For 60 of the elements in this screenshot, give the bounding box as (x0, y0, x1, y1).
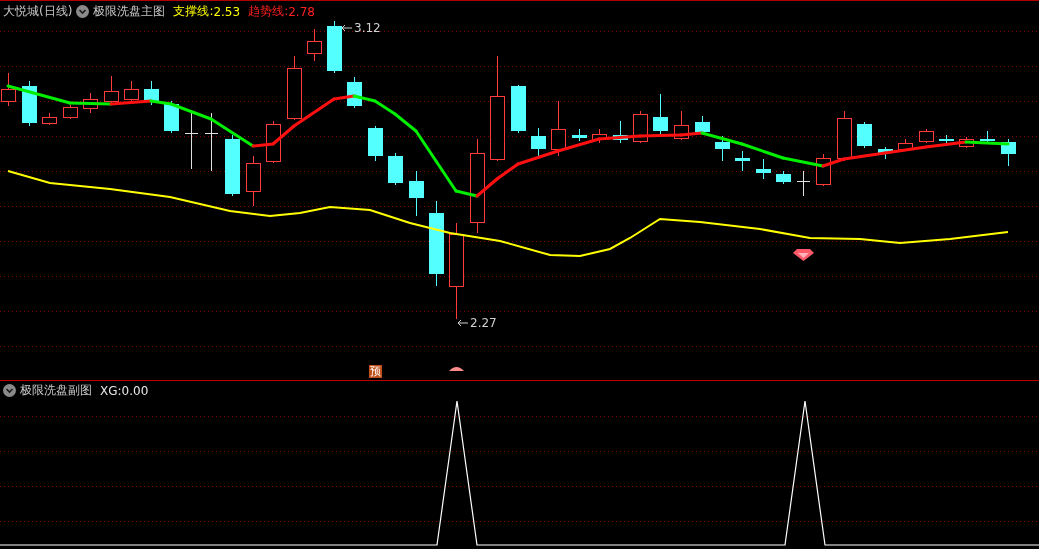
candlestick (225, 134, 240, 197)
candlestick (695, 115, 710, 135)
candlestick (939, 134, 954, 145)
candlestick (633, 110, 648, 144)
candlestick (756, 158, 771, 180)
candlestick (837, 110, 852, 162)
candlestick (796, 170, 811, 197)
candlestick (409, 170, 424, 217)
candlestick (22, 80, 37, 127)
candlestick (1, 72, 16, 107)
candlestick (572, 128, 587, 142)
candlestick (307, 28, 322, 62)
arrow-icon (341, 24, 353, 32)
candlestick (164, 100, 179, 134)
indicator-title: 极限洗盘副图 (20, 382, 92, 399)
candlestick (592, 128, 607, 144)
marker-icon (449, 367, 464, 371)
candlestick (511, 84, 526, 134)
candlestick (735, 150, 750, 172)
candlestick (246, 155, 261, 207)
candlestick (857, 121, 872, 149)
candlestick (368, 125, 383, 162)
candlestick (898, 138, 913, 152)
legend-value: 2.53 (213, 4, 241, 19)
candlestick (878, 146, 893, 160)
candlestick (83, 92, 98, 114)
candlestick (674, 110, 689, 141)
candlestick (124, 80, 139, 102)
price-label: 3.12 (354, 21, 381, 35)
dropdown-icon[interactable] (76, 5, 90, 18)
candlestick (959, 136, 974, 149)
candlestick (287, 55, 302, 121)
signal-badge: 预 (369, 365, 382, 378)
candlestick (1001, 138, 1016, 167)
candlestick (776, 170, 791, 185)
candlestick (919, 128, 934, 144)
candlestick (42, 112, 57, 126)
candlestick (204, 112, 219, 172)
candlestick (715, 135, 730, 162)
candlestick (980, 130, 995, 144)
candlestick (184, 110, 199, 170)
candlestick (551, 100, 566, 157)
legend-value: 2.78 (288, 4, 315, 19)
price-label: 2.27 (470, 316, 497, 330)
candlestick (327, 20, 342, 74)
candlestick (613, 120, 628, 144)
candlestick (144, 80, 159, 106)
legend-label: 支撑线: (173, 3, 214, 20)
readout-label: XG: (100, 383, 122, 398)
readout-value: 0.00 (121, 383, 149, 398)
candlestick (63, 104, 78, 120)
candlestick (388, 152, 403, 186)
candlestick (653, 93, 668, 137)
arrow-icon (457, 319, 469, 327)
stock-name: 大悦城(日线) (3, 3, 73, 20)
indicator-title: 极限洗盘主图 (93, 3, 166, 20)
dropdown-icon[interactable] (3, 384, 16, 397)
legend-label: 趋势线: (248, 3, 289, 20)
candlestick (266, 120, 281, 164)
gem-icon (793, 249, 814, 261)
